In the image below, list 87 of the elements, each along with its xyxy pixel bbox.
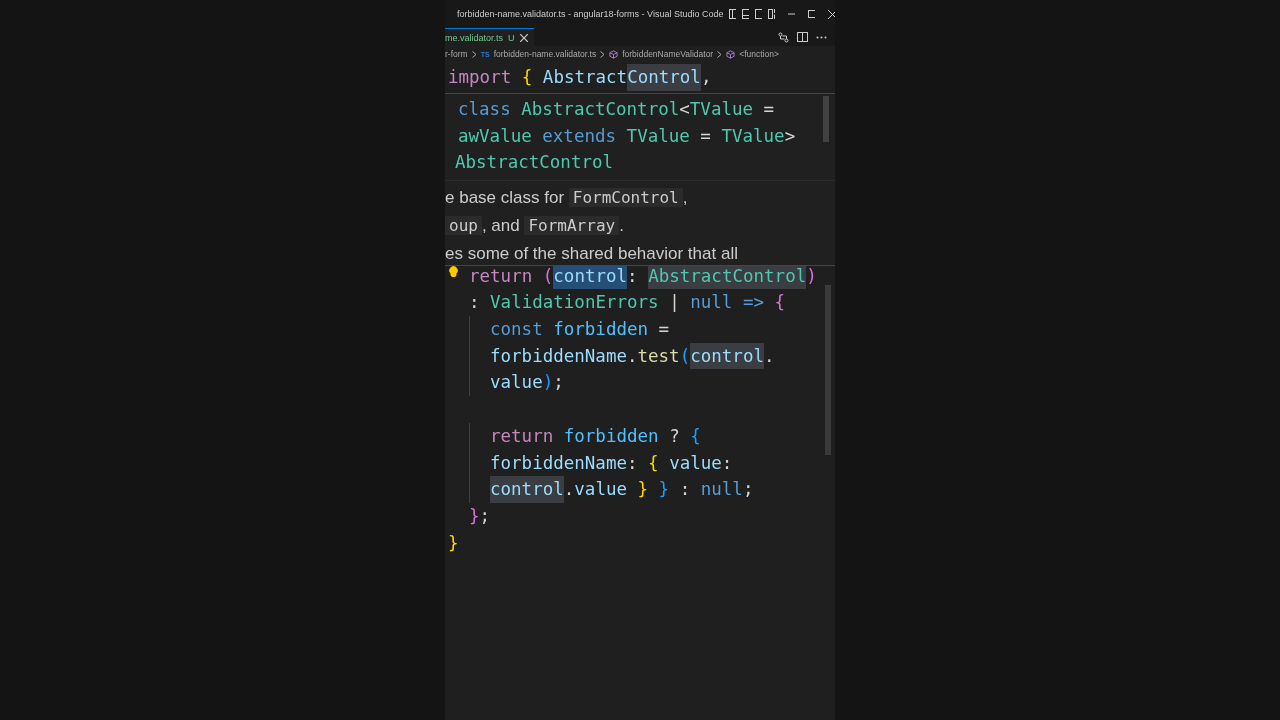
panel-layout-icon[interactable]: [742, 9, 750, 19]
code-token: forbiddenName: [490, 451, 627, 475]
code-token: =: [657, 318, 670, 342]
code-token: ;: [479, 504, 491, 528]
compare-changes-icon[interactable]: [778, 31, 789, 43]
code-token: value: [668, 451, 722, 475]
editor-tab[interactable]: me.validator.ts U: [445, 28, 534, 46]
code-token: import: [448, 66, 513, 89]
code-token: ValidationErrors: [490, 291, 659, 315]
code-token: forbidden: [553, 318, 649, 342]
code-token: ;: [742, 478, 754, 502]
code-token: :: [678, 478, 692, 502]
code-token: TValue: [689, 98, 754, 121]
code-token: TValue: [721, 124, 785, 148]
code-token: <: [679, 98, 690, 121]
code-token: >: [784, 124, 796, 148]
doc-text: , and: [481, 216, 521, 236]
code-token: =: [762, 98, 775, 121]
code-token: null: [700, 478, 743, 502]
code-token: (: [542, 264, 554, 288]
inline-code: FormControl: [568, 188, 683, 208]
code-token: :: [627, 264, 639, 288]
code-token: .: [563, 478, 575, 502]
code-token: ;: [553, 371, 564, 395]
breadcrumb-item[interactable]: <function>: [739, 49, 779, 59]
cube-icon: [726, 49, 736, 59]
doc-text: .: [619, 216, 624, 236]
code-token: :: [469, 291, 481, 315]
code-token: }: [469, 504, 480, 528]
code-token: return: [469, 264, 534, 288]
code-token: }: [448, 531, 459, 555]
code-token: {: [690, 424, 701, 448]
code-token: AbstractControl: [521, 98, 680, 121]
code-token: .: [626, 344, 638, 368]
code-token: null: [690, 291, 733, 315]
code-token: (: [679, 344, 691, 368]
code-token: test: [637, 344, 680, 368]
inline-code: oup: [445, 216, 482, 236]
code-token: =: [699, 124, 712, 148]
code-token: forbidden: [563, 424, 659, 448]
code-token: Abstract: [542, 66, 628, 89]
code-token: |: [668, 291, 681, 315]
breadcrumb-item[interactable]: forbidden-name.validator.ts: [493, 49, 597, 59]
code-token: ): [542, 371, 554, 395]
doc-text: ,: [682, 188, 688, 208]
code-token: value: [490, 371, 543, 395]
code-token: {: [521, 66, 534, 89]
sidebar-layout-icon[interactable]: [729, 9, 737, 19]
code-token: TValue: [626, 124, 690, 148]
code-token: forbiddenName: [490, 344, 627, 368]
code-token: const: [490, 318, 544, 342]
code-token: return: [490, 424, 555, 448]
code-token: control: [690, 342, 764, 370]
code-token: ?: [668, 424, 681, 448]
close-icon[interactable]: [519, 33, 528, 42]
split-layout-icon[interactable]: [755, 9, 763, 19]
more-icon[interactable]: [816, 35, 827, 39]
breadcrumb-item[interactable]: forbiddenNameValidator: [622, 49, 714, 59]
code-token: control: [490, 476, 564, 503]
code-token: {: [648, 451, 659, 475]
code-token: class: [458, 98, 512, 121]
inline-code: FormArray: [524, 216, 620, 236]
code-token: AbstractControl: [455, 151, 614, 175]
doc-text: e base class for: [445, 188, 566, 208]
code-token: }: [636, 478, 650, 502]
doc-text: es some of the shared behavior that all: [445, 244, 738, 264]
code-token: :: [721, 451, 733, 475]
lightbulb-icon[interactable]: [449, 265, 458, 278]
code-token: {: [774, 291, 786, 315]
split-editor-icon[interactable]: [797, 32, 808, 42]
layout-grid-icon[interactable]: [768, 9, 776, 19]
code-token: extends: [542, 124, 618, 148]
code-token: =>: [741, 291, 766, 315]
code-token: ): [806, 264, 817, 288]
chevron-icon: [600, 50, 606, 58]
code-token: .: [764, 344, 775, 368]
code-token: awValue: [458, 124, 533, 148]
chevron-icon: [471, 50, 477, 58]
breadcrumb-item[interactable]: r-form: [445, 49, 468, 59]
code-token: Control: [627, 64, 701, 91]
chevron-icon: [717, 50, 723, 58]
code-token: ,: [700, 66, 712, 89]
code-token: }: [658, 478, 670, 502]
code-token: value: [574, 478, 627, 502]
code-token: :: [626, 451, 639, 475]
cube-icon: [609, 49, 619, 59]
window-title: forbidden-name.validator.ts - angular18-forms - Visual Studio Code: [457, 9, 724, 19]
